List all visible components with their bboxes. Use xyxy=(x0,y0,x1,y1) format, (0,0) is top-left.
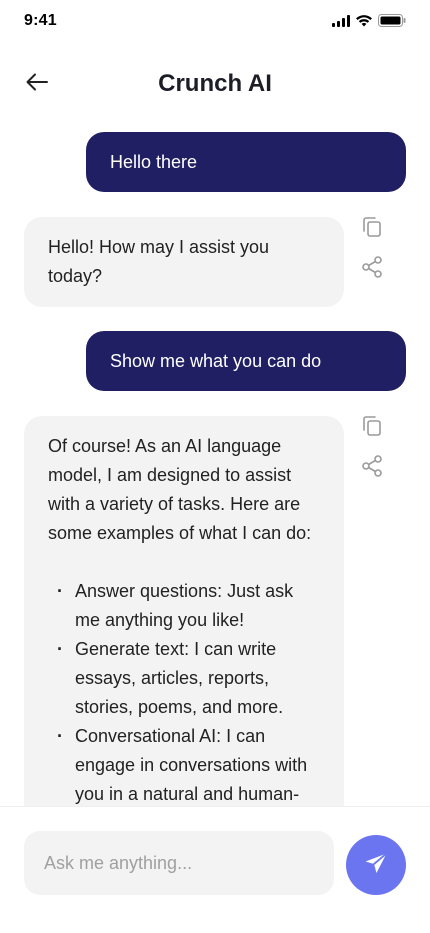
list-item: Answer questions: Just ask me anything y… xyxy=(48,577,320,635)
share-icon xyxy=(361,454,383,482)
copy-icon xyxy=(362,216,382,243)
user-message-bubble: Hello there xyxy=(86,132,406,192)
assistant-message-text: Hello! How may I assist you today? xyxy=(48,237,270,286)
status-icons xyxy=(332,14,406,32)
assistant-message-text: Of course! As an AI language model, I am… xyxy=(48,436,312,543)
cellular-signal-icon xyxy=(332,14,350,32)
wifi-icon xyxy=(356,14,372,32)
user-message-bubble: Show me what you can do xyxy=(86,331,406,391)
battery-icon xyxy=(378,14,406,32)
share-icon xyxy=(361,255,383,283)
page-title: Crunch AI xyxy=(158,70,272,97)
user-message-text: Show me what you can do xyxy=(110,350,322,371)
status-bar: 9:41 xyxy=(0,0,430,44)
message-input[interactable] xyxy=(24,831,334,895)
copy-button[interactable] xyxy=(360,415,384,442)
send-icon xyxy=(363,851,389,880)
list-item: Generate text: I can write essays, artic… xyxy=(48,635,320,722)
chat-thread[interactable]: Hello there Hello! How may I assist you … xyxy=(0,120,430,806)
capabilities-list: Answer questions: Just ask me anything y… xyxy=(48,577,320,806)
copy-icon xyxy=(362,415,382,442)
composer xyxy=(0,806,430,933)
share-button[interactable] xyxy=(360,454,384,482)
send-button[interactable] xyxy=(346,835,406,895)
status-time: 9:41 xyxy=(24,12,57,29)
user-message-text: Hello there xyxy=(110,151,198,172)
list-item: Conversational AI: I can engage in conve… xyxy=(48,722,320,806)
header: Crunch AI xyxy=(0,60,430,108)
assistant-message-bubble: Of course! As an AI language model, I am… xyxy=(24,416,344,806)
share-button[interactable] xyxy=(360,255,384,283)
assistant-message-bubble: Hello! How may I assist you today? xyxy=(24,217,344,307)
copy-button[interactable] xyxy=(360,216,384,243)
